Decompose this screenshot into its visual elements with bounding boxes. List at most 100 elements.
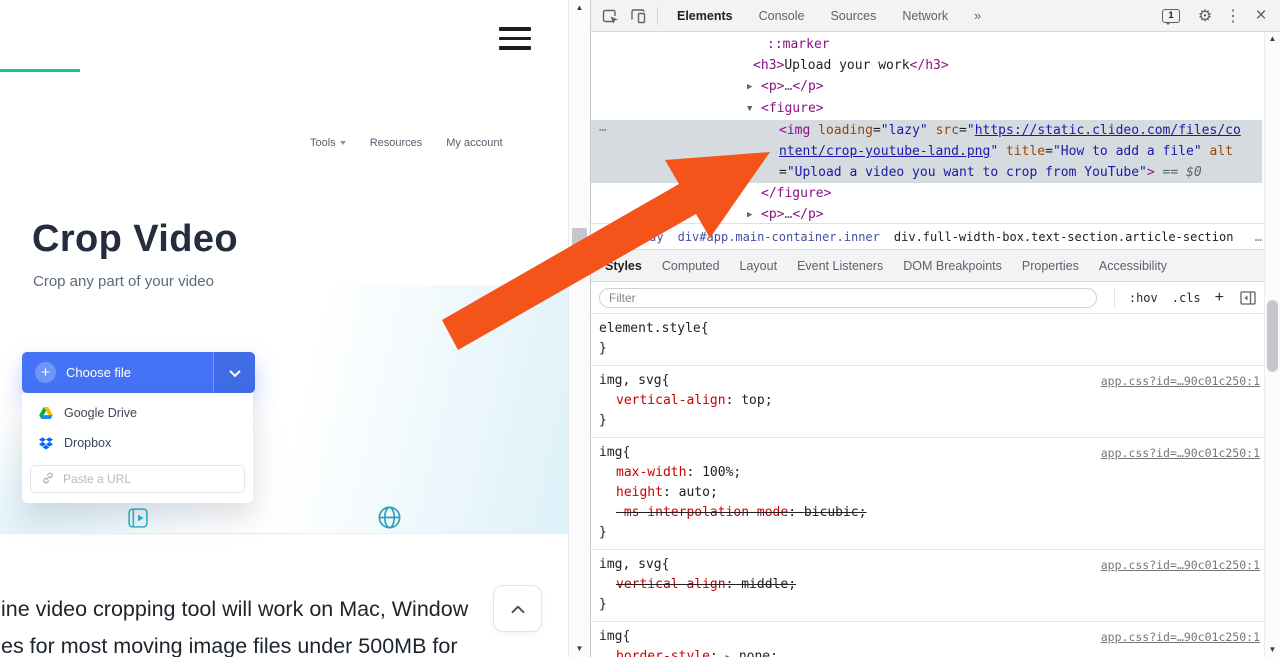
breadcrumb-item[interactable]: body [635, 230, 664, 244]
toggle-hover-state-button[interactable]: :hov [1129, 291, 1158, 305]
css-selector[interactable]: img [599, 443, 622, 463]
upload-options-toggle[interactable] [213, 352, 255, 393]
scrollbar-up-arrow[interactable]: ▲ [576, 4, 584, 12]
scrollbar-up-arrow[interactable]: ▲ [1269, 35, 1277, 43]
chevron-down-icon [228, 365, 241, 377]
css-property[interactable]: max-width: 100%; [599, 463, 1260, 483]
breadcrumb-item[interactable]: … [1255, 230, 1262, 244]
hamburger-menu-icon[interactable] [499, 27, 531, 56]
code-token: Upload your work [784, 58, 910, 73]
css-property[interactable]: vertical-align: middle; [599, 575, 1260, 595]
choose-file-button[interactable]: + Choose file [22, 352, 255, 393]
breadcrumb-item[interactable]: div#app.main-container.inner [678, 230, 880, 244]
expand-arrow-closed[interactable]: ▶ [726, 653, 731, 657]
expand-arrow-closed[interactable]: ▶ [747, 205, 761, 223]
code-token: "Upload a video you want to crop from Yo… [786, 165, 1147, 180]
tree-node[interactable]: <h3>Upload your work</h3> [591, 55, 1262, 76]
panel-tab-dom-breakpoints[interactable]: DOM Breakpoints [893, 250, 1012, 281]
css-selector[interactable]: img, svg [599, 371, 662, 391]
nav-tools-label: Tools [310, 137, 336, 149]
panel-tab-accessibility[interactable]: Accessibility [1089, 250, 1177, 281]
tab-elements[interactable]: Elements [664, 0, 746, 31]
choose-file-main[interactable]: + Choose file [22, 352, 213, 393]
panel-tab-layout[interactable]: Layout [730, 250, 788, 281]
code-token: = [1045, 144, 1053, 159]
code-token: > [1146, 165, 1155, 180]
code-token: </h3> [909, 58, 949, 73]
tab-console[interactable]: Console [746, 0, 818, 31]
toggle-sidebar-icon[interactable] [1238, 288, 1258, 308]
panel-tab-styles[interactable]: Styles [595, 250, 652, 281]
tab-network[interactable]: Network [889, 0, 961, 31]
device-toolbar-icon[interactable] [625, 3, 651, 29]
stylesheet-link[interactable]: app.css?id=…90c01c250:1 [1093, 371, 1260, 391]
page-scrollbar[interactable]: ▲ ▼ [568, 0, 590, 657]
scrollbar-down-arrow[interactable]: ▼ [1269, 646, 1277, 654]
site-nav: Tools Resources My account [310, 137, 503, 149]
breadcrumb-item[interactable]: div.full-width-box.text-section.article-… [894, 230, 1234, 244]
code-token: alt [1209, 144, 1233, 159]
chevron-down-icon [339, 141, 346, 145]
tree-node[interactable]: ::marker [591, 34, 1262, 55]
css-property[interactable]: -ms-interpolation-mode: bicubic; [599, 503, 1260, 523]
paste-url-input[interactable]: Paste a URL [30, 465, 245, 493]
stylesheet-link[interactable]: app.css?id=…90c01c250:1 [1093, 627, 1260, 647]
devtools-panel: Elements Console Sources Network» 1 ⚙ ⋮ × :… [590, 0, 1280, 657]
new-style-rule-button[interactable]: + [1215, 289, 1224, 307]
clideo-page: Tools Resources My account Crop Video Cr… [0, 0, 568, 657]
scrollbar-down-arrow[interactable]: ▼ [576, 645, 584, 653]
tree-node[interactable]: ▶ <p>…</p> [591, 76, 1262, 98]
stylesheet-link[interactable]: app.css?id=…90c01c250:1 [1093, 555, 1260, 575]
expand-arrow-open[interactable]: ▼ [747, 99, 761, 120]
google-drive-icon [38, 407, 54, 419]
elements-tree: ::marker <h3>Upload your work</h3> ▶ <p>…</… [591, 32, 1280, 223]
tree-node-selected[interactable]: ⋯ <img loading="lazy" src="https://static… [591, 120, 1262, 183]
close-icon[interactable]: × [1248, 3, 1274, 29]
nav-resources[interactable]: Resources [370, 137, 423, 149]
devtools-scrollbar[interactable]: ▲ ▼ [1264, 32, 1280, 657]
css-property[interactable]: border-style: ▶ none; [599, 647, 1260, 657]
toggle-classes-button[interactable]: .cls [1172, 291, 1201, 305]
menu-item-dropbox[interactable]: Dropbox [22, 428, 253, 458]
css-selector[interactable]: img [599, 627, 622, 647]
menu-item-google-drive[interactable]: Google Drive [22, 398, 253, 428]
tree-node[interactable]: </figure> [591, 183, 1262, 204]
settings-gear-icon[interactable]: ⚙ [1192, 3, 1218, 29]
tree-node[interactable]: ▼ <figure> [591, 98, 1262, 120]
breadcrumb-item[interactable]: …ml [599, 230, 621, 244]
scroll-to-top-button[interactable] [493, 585, 542, 632]
code-token: title [1005, 144, 1046, 159]
nav-my-account[interactable]: My account [446, 137, 502, 149]
css-property[interactable]: vertical-align: top; [599, 391, 1260, 411]
kebab-menu-icon[interactable]: ⋮ [1220, 3, 1246, 29]
devtools-toolbar: Elements Console Sources Network» 1 ⚙ ⋮ × [591, 0, 1280, 32]
page-title: Crop Video [32, 218, 238, 260]
styles-rules: element.style {} img, svg {app.css?id=…90… [591, 314, 1280, 657]
code-token: = [959, 123, 967, 138]
filter-input[interactable] [599, 287, 1097, 308]
scrollbar-thumb[interactable] [572, 228, 587, 262]
css-selector[interactable]: img, svg [599, 555, 662, 575]
css-rule: img, svg {app.css?id=…90c01c250:1 vertica… [591, 366, 1280, 438]
panel-tab-event-listeners[interactable]: Event Listeners [787, 250, 893, 281]
node-menu-dots[interactable]: ⋯ [599, 120, 608, 141]
tab-more[interactable]: » [961, 0, 994, 31]
panel-tab-computed[interactable]: Computed [652, 250, 730, 281]
css-property[interactable]: height: auto; [599, 483, 1260, 503]
scrollbar-thumb[interactable] [1267, 300, 1278, 372]
expand-arrow-closed[interactable]: ▶ [747, 77, 761, 98]
screenshot-root: Tools Resources My account Crop Video Cr… [0, 0, 1280, 657]
chevron-up-icon [511, 605, 524, 613]
divider [1113, 288, 1115, 307]
css-selector[interactable]: element.style [599, 319, 701, 339]
inspect-element-icon[interactable] [597, 3, 623, 29]
issues-button[interactable]: 1 [1162, 8, 1180, 25]
code-token: == $0 [1154, 165, 1202, 180]
stylesheet-link[interactable]: app.css?id=…90c01c250:1 [1093, 443, 1260, 463]
tab-sources[interactable]: Sources [817, 0, 889, 31]
panel-tab-properties[interactable]: Properties [1012, 250, 1089, 281]
nav-tools[interactable]: Tools [310, 137, 346, 149]
tree-node[interactable]: ▶ <p>…</p> [591, 204, 1262, 223]
